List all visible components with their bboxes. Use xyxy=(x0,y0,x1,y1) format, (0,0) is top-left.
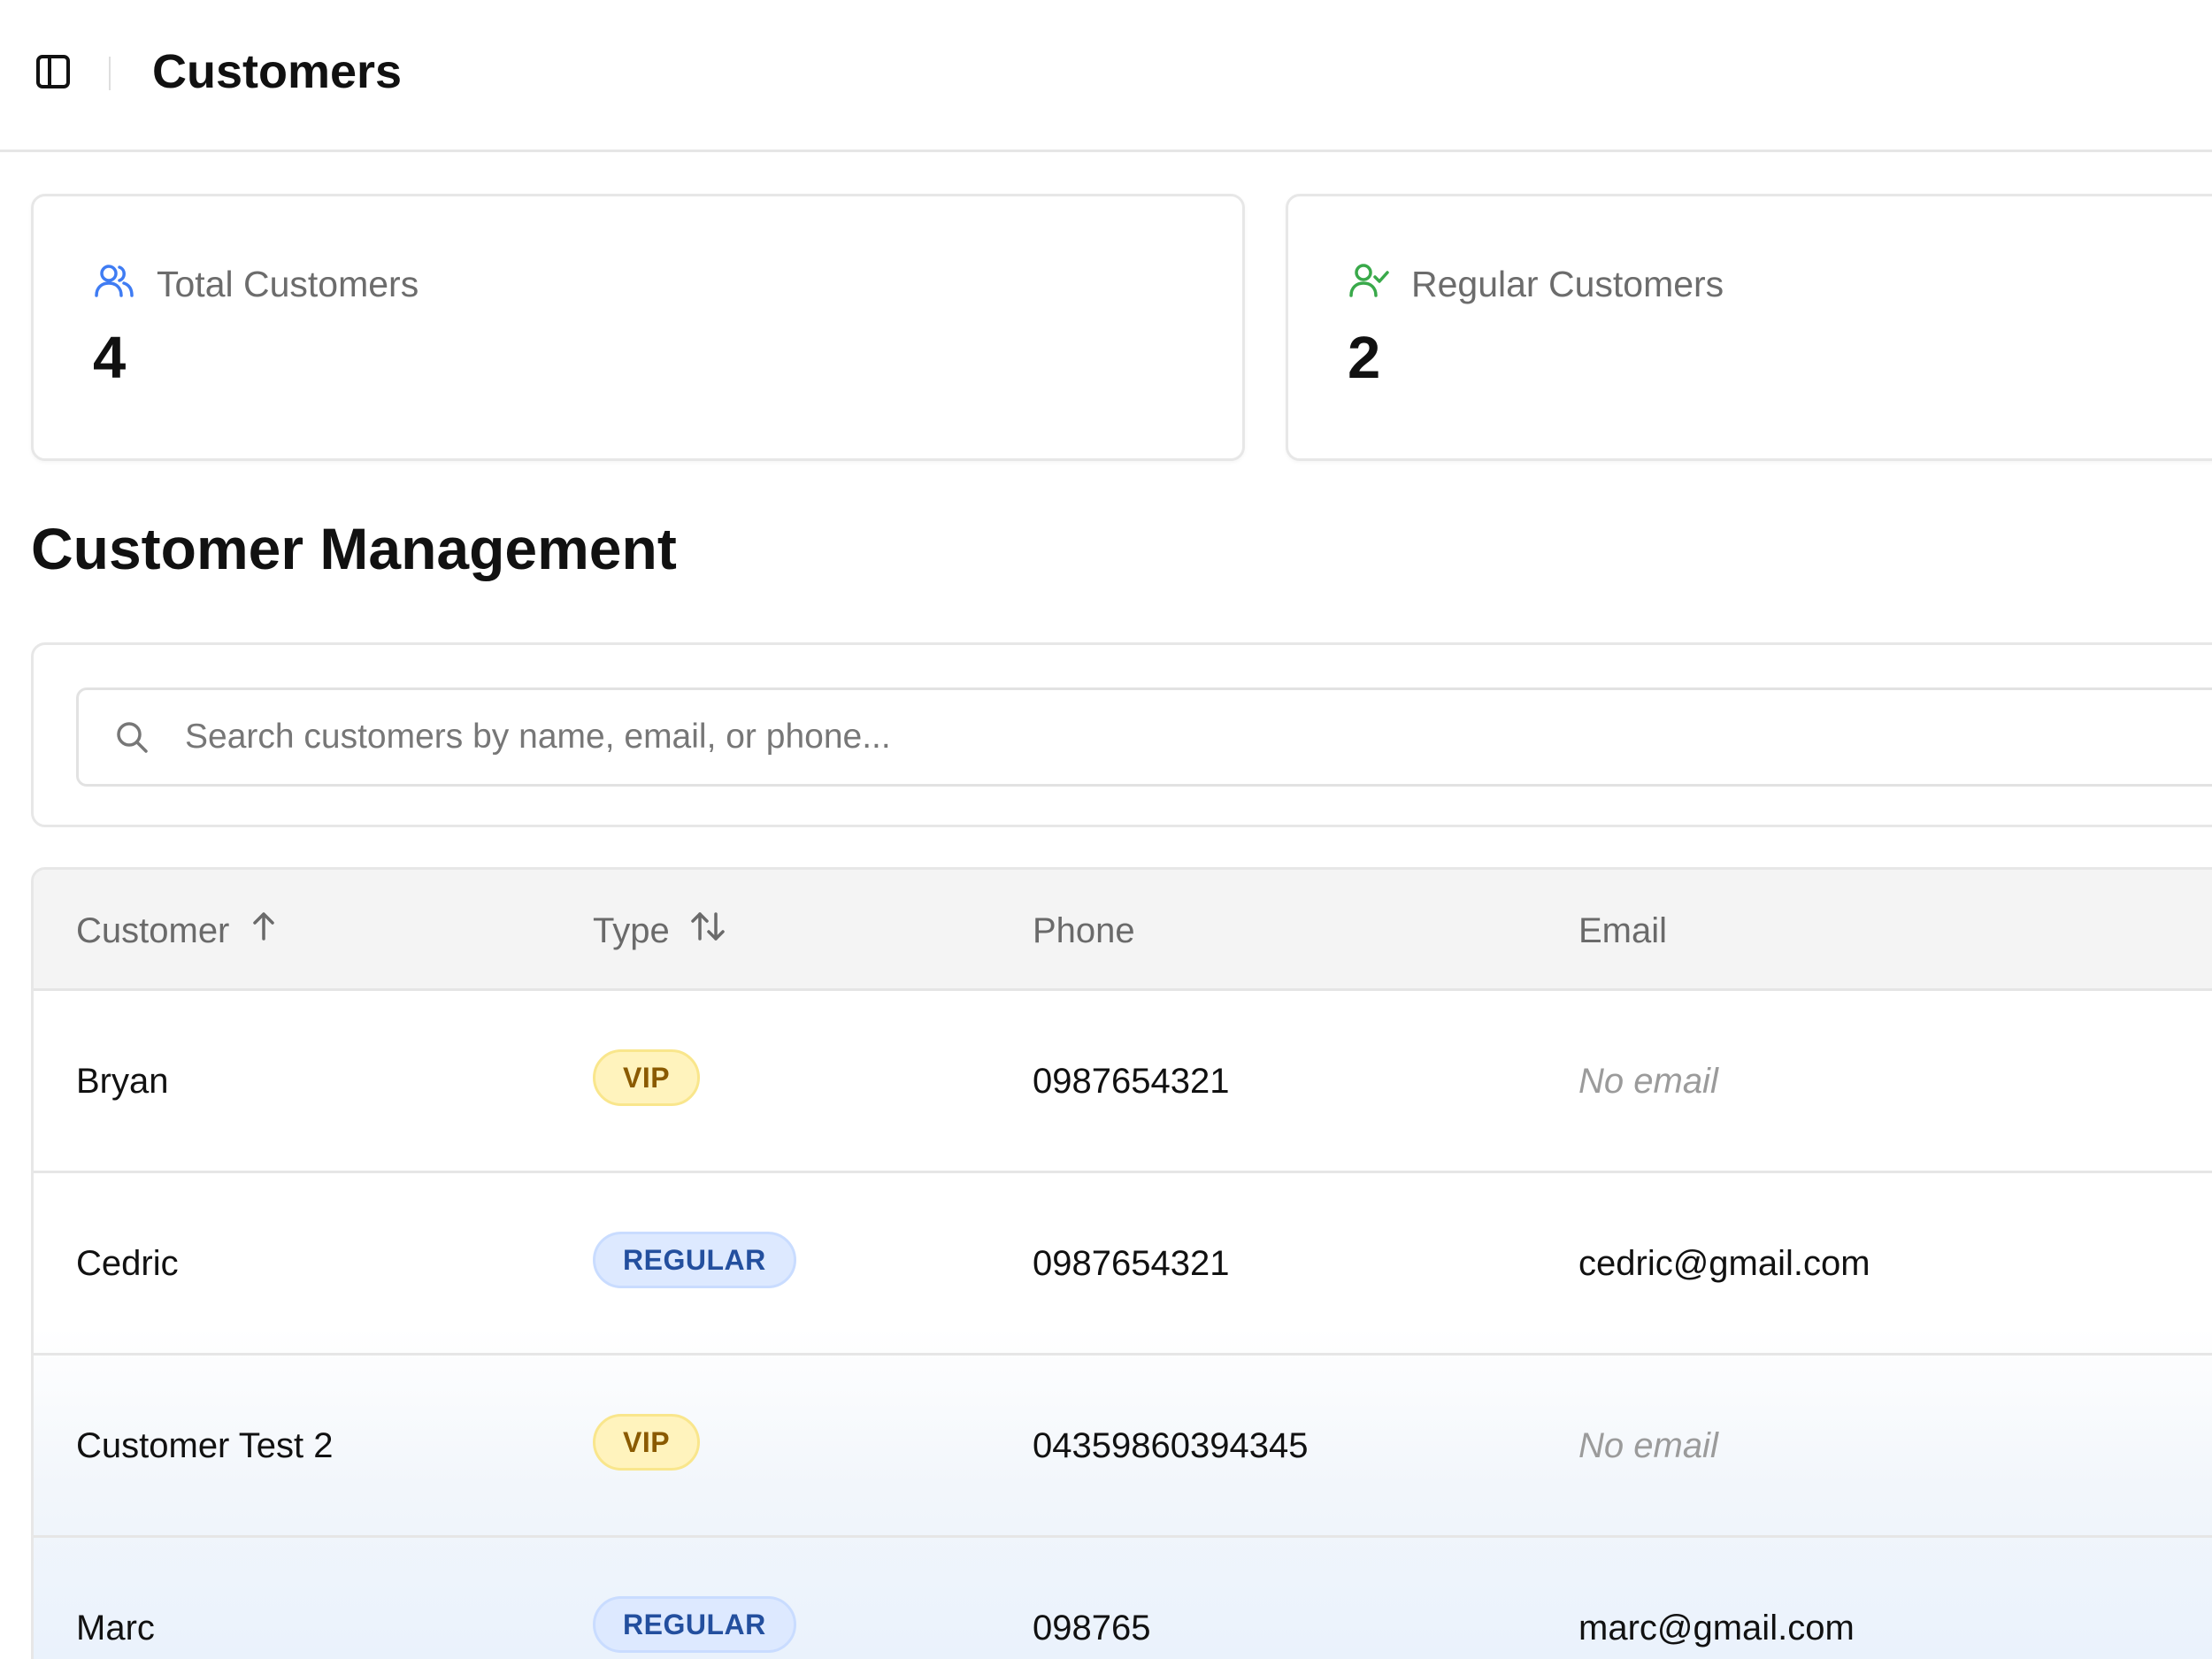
customer-phone: 0987654321 xyxy=(1033,1062,1230,1101)
vip-badge: VIP xyxy=(593,1048,701,1106)
vip-badge: VIP xyxy=(593,1413,701,1471)
customer-type-cell: REGULAR xyxy=(593,1595,796,1653)
total-customers-label: Total Customers xyxy=(157,263,419,304)
customer-phone: 04359860394345 xyxy=(1033,1426,1309,1465)
customer-name: Marc xyxy=(76,1609,155,1647)
table-row[interactable]: Bryan VIP 0987654321 No email xyxy=(34,991,2212,1173)
customer-column-header[interactable]: Customer xyxy=(76,910,279,952)
table-row[interactable]: Customer Test 2 VIP 04359860394345 No em… xyxy=(34,1356,2212,1538)
customer-name: Cedric xyxy=(76,1244,179,1283)
regular-customers-label: Regular Customers xyxy=(1411,263,1724,304)
customer-type-cell: VIP xyxy=(593,1413,701,1471)
email-column-header: Email xyxy=(1578,911,1668,950)
search-card xyxy=(31,642,2212,827)
customer-phone: 0987654321 xyxy=(1033,1244,1230,1283)
customer-email: No email xyxy=(1578,1426,1718,1465)
sidebar-panel-icon xyxy=(35,53,72,93)
table-header: Customer Type Phone Email xyxy=(34,870,2212,991)
total-customers-card: Total Customers 4 xyxy=(31,194,1245,461)
regular-customers-value: 2 xyxy=(1348,325,1381,391)
arrow-up-icon xyxy=(249,910,279,953)
page-title: Customers xyxy=(152,45,403,98)
regular-customers-card: Regular Customers 2 xyxy=(1286,194,2212,461)
customer-search-input[interactable] xyxy=(185,702,2131,772)
type-column-label: Type xyxy=(593,911,670,950)
total-customers-value: 4 xyxy=(93,325,127,391)
customer-type-cell: REGULAR xyxy=(593,1231,796,1288)
regular-customers-label-row: Regular Customers xyxy=(1348,261,1724,306)
table-row[interactable]: Cedric REGULAR 0987654321 cedric@gmail.c… xyxy=(34,1173,2212,1356)
customer-search-box[interactable] xyxy=(76,687,2212,787)
customer-phone: 098765 xyxy=(1033,1609,1151,1647)
customer-name: Bryan xyxy=(76,1062,169,1101)
sort-icon xyxy=(689,909,726,954)
user-check-icon xyxy=(1348,261,1390,306)
regular-badge: REGULAR xyxy=(593,1231,796,1288)
phone-column-header: Phone xyxy=(1033,911,1135,950)
customer-email: cedric@gmail.com xyxy=(1578,1244,1870,1283)
customer-management-title: Customer Management xyxy=(31,516,677,581)
customer-name: Customer Test 2 xyxy=(76,1426,334,1465)
table-row[interactable]: Marc REGULAR 098765 marc@gmail.com xyxy=(34,1538,2212,1659)
sidebar-toggle-button[interactable] xyxy=(34,53,73,92)
customers-table: Customer Type Phone Email Bryan VIP 0987… xyxy=(31,867,2212,1659)
header-divider xyxy=(109,57,111,90)
customer-type-cell: VIP xyxy=(593,1048,701,1106)
search-icon xyxy=(79,687,185,787)
users-icon xyxy=(93,261,135,306)
customer-column-label: Customer xyxy=(76,911,230,950)
top-header: Customers xyxy=(0,0,2212,152)
regular-badge: REGULAR xyxy=(593,1595,796,1653)
total-customers-label-row: Total Customers xyxy=(93,261,419,306)
customers-page: Customers Total Customers 4 Regular Cust… xyxy=(0,0,2212,1659)
customer-email: No email xyxy=(1578,1062,1718,1101)
type-column-header[interactable]: Type xyxy=(593,910,726,952)
customer-email: marc@gmail.com xyxy=(1578,1609,1855,1647)
